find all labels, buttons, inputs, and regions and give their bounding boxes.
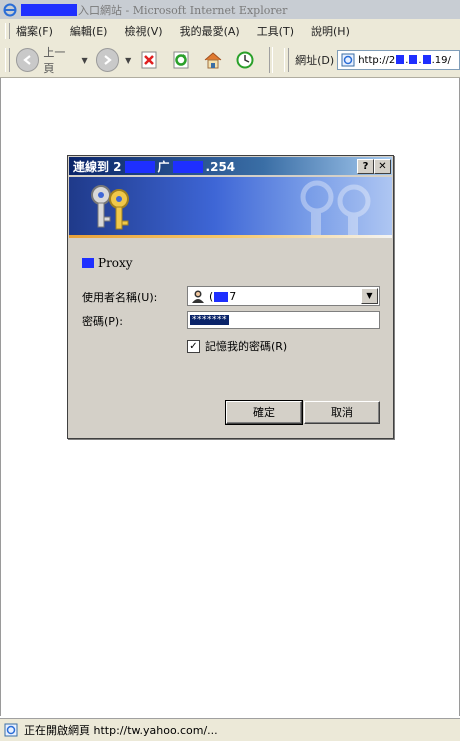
keys-icon xyxy=(91,185,129,230)
close-button[interactable]: ✕ xyxy=(374,159,391,174)
remember-password-label[interactable]: 記憶我的密碼(R) xyxy=(205,338,287,354)
realm-row: Proxy xyxy=(82,256,133,270)
window-title: 入口網站 - Microsoft Internet Explorer xyxy=(78,3,288,17)
banner-divider xyxy=(69,235,392,238)
address-grip[interactable] xyxy=(284,48,290,72)
menu-file[interactable]: 檔案(F) xyxy=(16,23,53,39)
home-icon[interactable] xyxy=(203,50,223,70)
redacted-block xyxy=(214,291,229,302)
page-icon xyxy=(341,53,355,67)
status-bar: 正在開啟網頁 http://tw.yahoo.com/... xyxy=(0,718,460,741)
redacted-block xyxy=(422,55,431,64)
menu-grip[interactable] xyxy=(5,23,10,39)
watermark-keys-icon xyxy=(300,180,371,235)
realm-label: Proxy xyxy=(98,256,133,270)
address-label: 網址(D) xyxy=(295,54,335,67)
combobox-dropdown-icon[interactable]: ▼ xyxy=(361,288,378,304)
menu-help[interactable]: 說明(H) xyxy=(311,23,350,39)
username-suffix: 7 xyxy=(229,289,237,303)
page-loading-icon xyxy=(4,723,18,737)
forward-dropdown-icon[interactable]: ▼ xyxy=(125,56,131,65)
username-label: 使用者名稱(U): xyxy=(82,291,158,304)
address-value: http://2.. .19/ xyxy=(358,54,451,66)
username-combobox[interactable]: (7 ▼ xyxy=(187,286,380,306)
forward-arrow-icon xyxy=(104,55,113,65)
address-suffix: .19/ xyxy=(431,54,451,66)
back-label[interactable]: 上一頁 xyxy=(43,44,75,76)
redacted-block xyxy=(82,258,94,268)
address-input[interactable]: http://2.. .19/ xyxy=(337,50,460,70)
menu-tools[interactable]: 工具(T) xyxy=(257,23,294,39)
stop-icon[interactable] xyxy=(139,50,159,70)
back-arrow-icon xyxy=(22,55,31,65)
dialog-banner xyxy=(69,177,392,235)
refresh-icon[interactable] xyxy=(171,50,191,70)
dialog-title: 連線到 2 广 .254 xyxy=(73,158,235,175)
proxy-login-dialog: 連線到 2 广 .254 ? ✕ Proxy 使用者名稱(U): (7 ▼ 密碼… xyxy=(67,155,394,439)
standard-toolbar: 上一頁 ▼ ▼ 網址(D) http://2.. .19/ xyxy=(0,43,460,78)
cancel-button[interactable]: 取消 xyxy=(304,401,380,424)
redacted-block xyxy=(124,161,155,173)
dialog-title-bar[interactable]: 連線到 2 广 .254 ? ✕ xyxy=(69,157,392,175)
remember-password-checkbox[interactable]: ✓ xyxy=(187,339,200,353)
back-dropdown-icon[interactable]: ▼ xyxy=(82,56,88,65)
back-button[interactable] xyxy=(15,48,40,72)
password-field[interactable]: ******* xyxy=(187,311,380,329)
menu-view[interactable]: 檢視(V) xyxy=(124,23,162,39)
help-button[interactable]: ? xyxy=(357,159,374,174)
redacted-block xyxy=(172,161,203,173)
status-text: 正在開啟網頁 http://tw.yahoo.com/... xyxy=(24,724,218,737)
forward-button[interactable] xyxy=(95,48,120,72)
dialog-title-suffix: .254 xyxy=(205,159,236,174)
history-icon[interactable] xyxy=(235,50,255,70)
address-prefix: http://2 xyxy=(358,54,396,66)
dialog-title-mid: 广 xyxy=(157,159,170,174)
menu-bar: 檔案(F) 編輯(E) 檢視(V) 我的最愛(A) 工具(T) 說明(H) xyxy=(0,19,460,44)
redacted-block xyxy=(396,55,405,64)
menu-edit[interactable]: 編輯(E) xyxy=(70,23,108,39)
dialog-title-prefix: 連線到 2 xyxy=(73,159,122,174)
password-label: 密碼(P): xyxy=(82,315,123,328)
password-value: ******* xyxy=(190,315,229,325)
remember-row[interactable]: ✓ 記憶我的密碼(R) xyxy=(187,338,287,354)
toolbar-separator xyxy=(269,47,274,73)
redacted-block xyxy=(409,55,418,64)
user-icon xyxy=(191,289,205,303)
toolbar-grip[interactable] xyxy=(5,48,10,72)
ok-button[interactable]: 確定 xyxy=(225,400,303,425)
redacted-block xyxy=(21,3,77,16)
ie-logo-icon xyxy=(3,3,17,17)
window-title-bar: 入口網站 - Microsoft Internet Explorer xyxy=(0,0,460,19)
username-prefix: ( xyxy=(209,289,214,303)
username-value: (7 xyxy=(209,290,236,303)
menu-favorites[interactable]: 我的最愛(A) xyxy=(180,23,240,39)
